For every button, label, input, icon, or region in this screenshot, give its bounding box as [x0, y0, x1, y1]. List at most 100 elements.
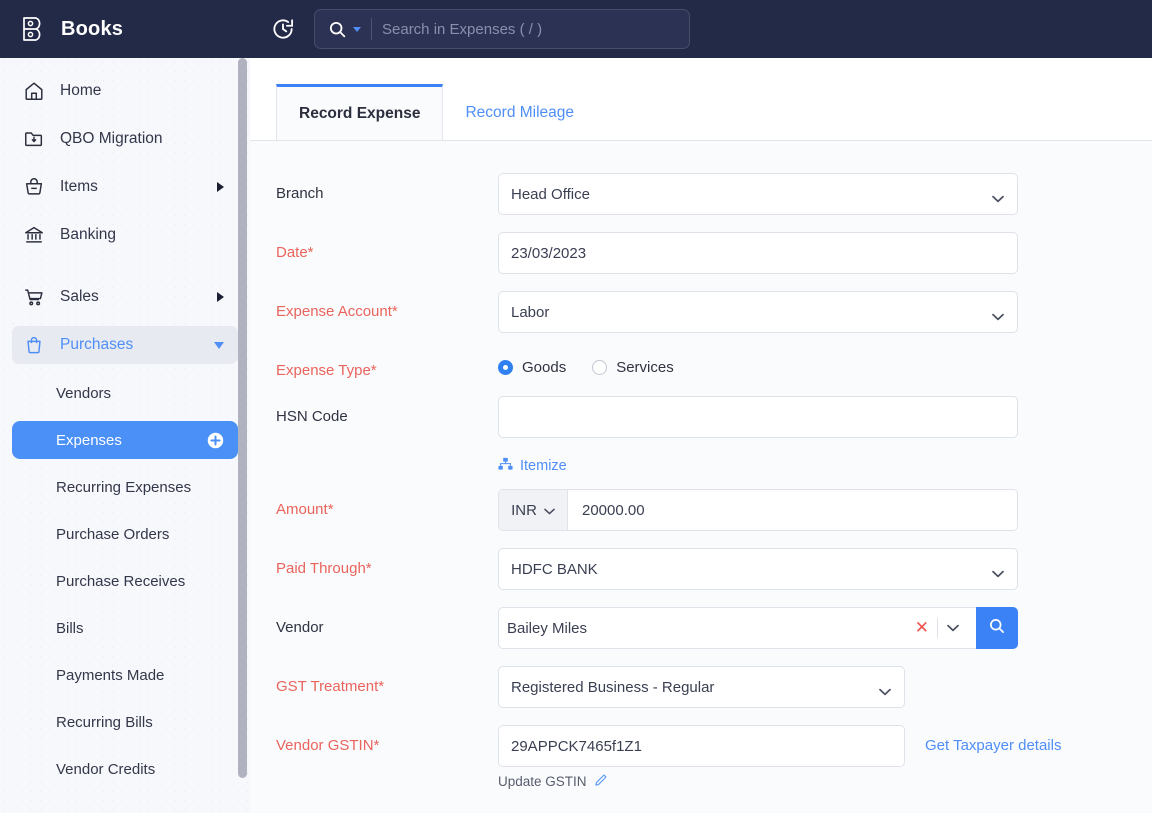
sidebar-subitem-label: Expenses [56, 432, 122, 449]
tab-label: Record Expense [299, 105, 420, 123]
radio-services[interactable]: Services [592, 359, 674, 376]
update-gstin-spacer [276, 773, 498, 785]
hsn-code-input[interactable] [498, 396, 1018, 438]
sidebar-subitem-label: Vendor Credits [56, 761, 155, 778]
field-row-paid-through: Paid Through* [250, 548, 1152, 590]
main-region: Record Expense Record Mileage Branch Dat… [250, 0, 1152, 813]
field-row-expense-account: Expense Account* [250, 291, 1152, 333]
sidebar-subitem-label: Recurring Expenses [56, 479, 191, 496]
sidebar-subitem-label: Purchase Orders [56, 526, 169, 543]
sidebar-divider-gap [0, 264, 250, 278]
sidebar-item-home[interactable]: Home [12, 72, 238, 110]
close-x-icon[interactable]: ✕ [907, 618, 937, 638]
sidebar-nav: Home QBO Migration [0, 58, 250, 813]
radio-goods-label: Goods [522, 359, 566, 376]
sidebar-subitem-payments-made[interactable]: Payments Made [12, 656, 238, 694]
update-gstin-link[interactable]: Update GSTIN [498, 773, 608, 790]
date-label: Date* [276, 232, 498, 261]
sidebar-subitem-expenses[interactable]: Expenses [12, 421, 238, 459]
top-bar [250, 0, 1152, 58]
home-icon [22, 79, 46, 103]
sidebar-item-items[interactable]: Items [12, 168, 238, 206]
search-magnifier-icon[interactable] [328, 20, 347, 39]
sidebar-subitem-recurring-bills[interactable]: Recurring Bills [12, 703, 238, 741]
vendor-input-box[interactable]: Bailey Miles ✕ [498, 607, 976, 649]
expense-type-radio-group: Goods Services [498, 350, 674, 376]
sidebar-item-label: QBO Migration [60, 130, 163, 148]
paid-through-select[interactable] [498, 548, 1018, 590]
branch-label: Branch [276, 173, 498, 202]
field-row-vendor: Vendor Bailey Miles ✕ [250, 607, 1152, 649]
sidebar-subitem-recurring-expenses[interactable]: Recurring Expenses [12, 468, 238, 506]
tab-record-mileage[interactable]: Record Mileage [443, 86, 596, 140]
branch-select[interactable] [498, 173, 1018, 215]
sidebar-item-banking[interactable]: Banking [12, 216, 238, 254]
sidebar-subitem-vendor-credits[interactable]: Vendor Credits [12, 750, 238, 788]
sidebar-subitem-label: Vendors [56, 385, 111, 402]
folder-download-icon [22, 127, 46, 151]
gst-treatment-select[interactable] [498, 666, 905, 708]
field-row-branch: Branch [250, 173, 1152, 215]
field-row-hsn-code: HSN Code [250, 396, 1152, 438]
sidebar-subitem-bills[interactable]: Bills [12, 609, 238, 647]
radio-goods[interactable]: Goods [498, 359, 566, 376]
sidebar-item-qbo-migration[interactable]: QBO Migration [12, 120, 238, 158]
shopping-cart-icon [22, 285, 46, 309]
field-row-date: Date* [250, 232, 1152, 274]
brand-name: Books [61, 18, 123, 41]
sidebar-item-purchases[interactable]: Purchases [12, 326, 238, 364]
hierarchy-icon [498, 457, 513, 475]
hsn-code-label: HSN Code [276, 396, 498, 425]
vendor-search-button[interactable] [976, 607, 1018, 649]
history-clock-icon[interactable] [268, 14, 298, 44]
itemize-link[interactable]: Itemize [498, 455, 567, 475]
tab-label: Record Mileage [465, 104, 574, 122]
sidebar-scrollbar-thumb[interactable] [238, 58, 247, 778]
paid-through-control [498, 548, 1018, 590]
sidebar-subitem-label: Bills [56, 620, 84, 637]
radio-services-marker[interactable] [592, 360, 607, 375]
sidebar-item-label: Home [60, 82, 101, 100]
vendor-gstin-label: Vendor GSTIN* [276, 725, 498, 754]
currency-select[interactable]: INR [499, 490, 568, 530]
gst-treatment-control [498, 666, 905, 708]
field-row-gst-treatment: GST Treatment* [250, 666, 1152, 708]
sidebar-item-sales[interactable]: Sales [12, 278, 238, 316]
itemize-spacer [276, 455, 498, 467]
field-row-itemize: Itemize [250, 455, 1152, 475]
global-search-box[interactable] [314, 9, 690, 49]
pencil-edit-icon[interactable] [594, 773, 608, 790]
expense-account-select[interactable] [498, 291, 1018, 333]
sidebar-subitem-label: Purchase Receives [56, 573, 185, 590]
sidebar-subitem-vendors[interactable]: Vendors [12, 374, 238, 412]
radio-services-label: Services [616, 359, 674, 376]
get-taxpayer-details-link[interactable]: Get Taxpayer details [925, 725, 1061, 754]
bank-icon [22, 223, 46, 247]
amount-label: Amount* [276, 489, 498, 518]
radio-goods-marker[interactable] [498, 360, 513, 375]
amount-control: INR [498, 489, 1018, 531]
search-input[interactable] [382, 21, 679, 38]
chevron-down-icon[interactable] [353, 27, 361, 32]
tab-record-expense[interactable]: Record Expense [276, 84, 443, 140]
expense-account-label: Expense Account* [276, 291, 498, 320]
sidebar-subitem-purchase-receives[interactable]: Purchase Receives [12, 562, 238, 600]
chevron-down-icon[interactable] [938, 624, 968, 632]
field-row-expense-type: Expense Type* Goods Services [250, 350, 1152, 379]
expense-account-control [498, 291, 1018, 333]
hsn-code-control [498, 396, 1018, 438]
field-row-update-gstin: Update GSTIN [250, 773, 1152, 790]
branch-control [498, 173, 1018, 215]
sidebar-subitem-purchase-orders[interactable]: Purchase Orders [12, 515, 238, 553]
vendor-gstin-control [498, 725, 905, 767]
sidebar-item-label: Sales [60, 288, 99, 306]
sidebar-subitem-label: Recurring Bills [56, 714, 153, 731]
expense-type-label: Expense Type* [276, 350, 498, 379]
chevron-down-icon [214, 342, 224, 349]
add-expense-plus-icon[interactable] [207, 432, 224, 449]
purchase-bag-icon [22, 333, 46, 357]
sidebar-scrollbar[interactable] [238, 58, 248, 813]
amount-input[interactable] [568, 490, 1017, 530]
date-input[interactable] [498, 232, 1018, 274]
vendor-gstin-input[interactable] [498, 725, 905, 767]
